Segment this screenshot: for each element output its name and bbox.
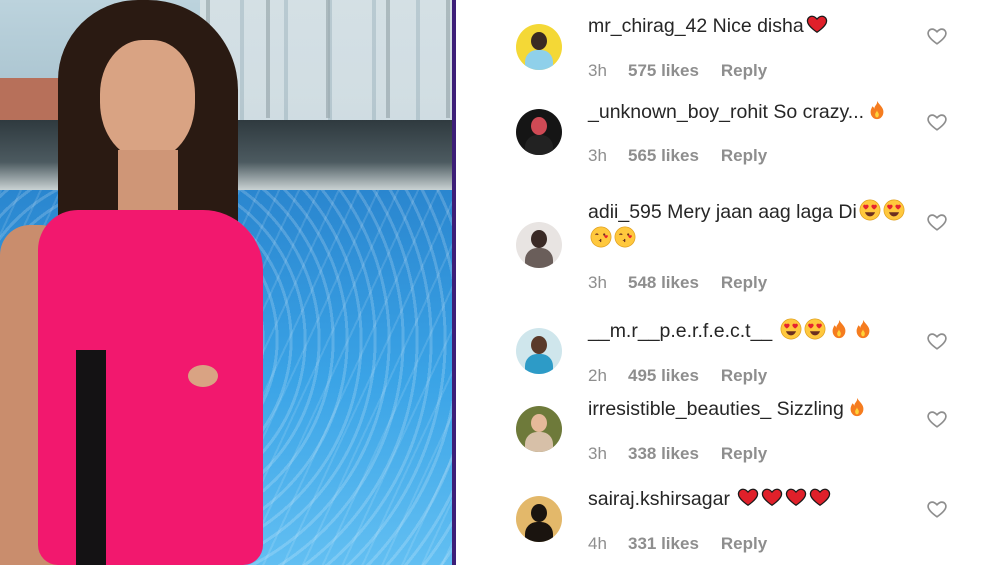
comment-timestamp: 2h (588, 366, 607, 385)
comment-username[interactable]: irresistible_beauties_ (588, 398, 771, 420)
red-heart-icon (738, 488, 759, 507)
red-heart-icon (810, 488, 831, 507)
comment-username[interactable]: mr_chirag_42 (588, 15, 707, 37)
avatar-head (531, 117, 547, 135)
reply-button[interactable]: Reply (721, 366, 767, 386)
heart-eyes-emoji-icon (804, 318, 826, 340)
comment-text: irresistible_beauties_ Sizzling (588, 396, 908, 423)
fire-icon (832, 319, 846, 339)
user-avatar[interactable] (516, 496, 562, 542)
avatar-body (525, 354, 553, 374)
avatar-body (525, 50, 553, 70)
pink-swimsuit (38, 210, 263, 565)
reply-button[interactable]: Reply (721, 61, 767, 81)
comment-timestamp: 3h (588, 444, 607, 463)
red-heart-icon (786, 488, 807, 507)
swimsuit-stripe (76, 350, 106, 565)
avatar-body (525, 135, 553, 155)
comment-text: _unknown_boy_rohit So crazy... (588, 99, 908, 126)
like-heart-icon[interactable] (926, 25, 948, 47)
comment-body: So crazy... (773, 101, 865, 123)
comment-timestamp: 3h (588, 146, 607, 165)
comment-username[interactable]: _unknown_boy_rohit (588, 101, 768, 123)
comment-meta: 3h 548 likes Reply (588, 273, 767, 293)
reply-button[interactable]: Reply (721, 534, 767, 554)
comment-timestamp: 3h (588, 61, 607, 80)
comment-text: sairaj.kshirsagar (588, 486, 908, 513)
likes-count[interactable]: 338 likes (628, 444, 699, 464)
fire-icon (850, 397, 864, 417)
like-heart-icon[interactable] (926, 211, 948, 233)
kissing-face-icon (590, 226, 612, 248)
comment-text: __m.r__p.e.r.f.e.c.t__ (588, 318, 908, 345)
comment-meta: 3h 565 likes Reply (588, 146, 767, 166)
reply-button[interactable]: Reply (721, 146, 767, 166)
like-heart-icon[interactable] (926, 111, 948, 133)
user-avatar[interactable] (516, 328, 562, 374)
heart-eyes-emoji-icon (780, 318, 802, 340)
red-heart-icon (806, 15, 827, 34)
user-avatar[interactable] (516, 109, 562, 155)
avatar-body (525, 248, 553, 268)
likes-count[interactable]: 495 likes (628, 366, 699, 386)
swimsuit-cutout (188, 365, 218, 387)
comment-body: Nice disha (712, 15, 804, 37)
fire-icon (856, 319, 870, 339)
comment-meta: 4h 331 likes Reply (588, 534, 767, 554)
avatar-body (525, 432, 553, 452)
comment-body: Sizzling (776, 398, 844, 420)
likes-count[interactable]: 331 likes (628, 534, 699, 554)
avatar-head (531, 504, 547, 522)
comment-text: mr_chirag_42 Nice disha (588, 13, 908, 40)
post-photo (0, 0, 452, 565)
heart-eyes-emoji-icon (859, 199, 881, 221)
comment-timestamp: 3h (588, 273, 607, 292)
reply-button[interactable]: Reply (721, 273, 767, 293)
kissing-face-icon (614, 226, 636, 248)
avatar-body (525, 522, 553, 542)
person-face (100, 40, 195, 160)
like-heart-icon[interactable] (926, 498, 948, 520)
user-avatar[interactable] (516, 406, 562, 452)
avatar-head (531, 414, 547, 432)
comment-username[interactable]: __m.r__p.e.r.f.e.c.t__ (588, 320, 772, 342)
comment-meta: 3h 575 likes Reply (588, 61, 767, 81)
comment-body: Mery jaan aag laga Di (667, 201, 857, 223)
person-neck (118, 150, 178, 210)
comments-list: mr_chirag_42 Nice disha 3h 575 likes Reply _… (456, 0, 1000, 565)
avatar-head (531, 336, 547, 354)
likes-count[interactable]: 548 likes (628, 273, 699, 293)
avatar-head (531, 32, 547, 50)
likes-count[interactable]: 565 likes (628, 146, 699, 166)
avatar-head (531, 230, 547, 248)
user-avatar[interactable] (516, 222, 562, 268)
likes-count[interactable]: 575 likes (628, 61, 699, 81)
comment-text: adii_595 Mery jaan aag laga Di (588, 199, 908, 253)
comment-meta: 2h 495 likes Reply (588, 366, 767, 386)
heart-eyes-emoji-icon (883, 199, 905, 221)
user-avatar[interactable] (516, 24, 562, 70)
reply-button[interactable]: Reply (721, 444, 767, 464)
comment-meta: 3h 338 likes Reply (588, 444, 767, 464)
comment-timestamp: 4h (588, 534, 607, 553)
like-heart-icon[interactable] (926, 408, 948, 430)
comment-username[interactable]: sairaj.kshirsagar (588, 488, 730, 510)
red-heart-icon (762, 488, 783, 507)
fire-icon (870, 100, 884, 120)
comment-username[interactable]: adii_595 (588, 201, 662, 223)
like-heart-icon[interactable] (926, 330, 948, 352)
